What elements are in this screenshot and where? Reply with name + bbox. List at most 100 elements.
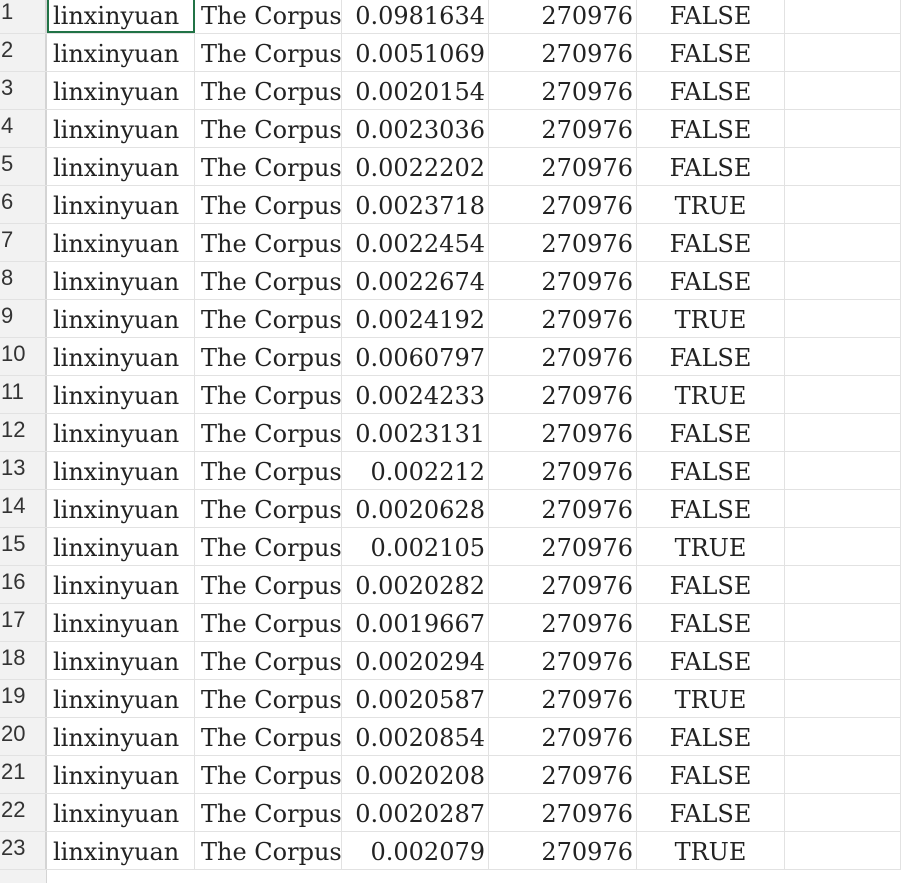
- cell-source[interactable]: The Corpus: [195, 0, 342, 33]
- row-number[interactable]: 7: [0, 224, 46, 261]
- cell-empty[interactable]: [785, 224, 901, 261]
- cell-flag[interactable]: FALSE: [637, 490, 785, 527]
- cell-count[interactable]: 270976: [489, 148, 637, 185]
- cell-score[interactable]: 0.0051069: [342, 34, 489, 71]
- cell-source[interactable]: The Corpus: [195, 148, 342, 185]
- cell-score[interactable]: 0.0020587: [342, 680, 489, 717]
- cell-flag[interactable]: FALSE: [637, 34, 785, 71]
- cell-empty[interactable]: [785, 110, 901, 147]
- cell-count[interactable]: 270976: [489, 224, 637, 261]
- row-number[interactable]: 5: [0, 148, 46, 185]
- row-number[interactable]: 10: [0, 338, 46, 375]
- cell-count[interactable]: 270976: [489, 490, 637, 527]
- cell-source[interactable]: The Corpus: [195, 680, 342, 717]
- cell-count[interactable]: 270976: [489, 0, 637, 33]
- cell-count[interactable]: 270976: [489, 414, 637, 451]
- cell-score[interactable]: 0.0020287: [342, 794, 489, 831]
- cell-count[interactable]: 270976: [489, 338, 637, 375]
- cell-flag[interactable]: TRUE: [637, 300, 785, 337]
- cell-flag[interactable]: FALSE: [637, 262, 785, 299]
- cell-user[interactable]: linxinyuan: [47, 338, 195, 375]
- cell-flag[interactable]: FALSE: [637, 110, 785, 147]
- row-number[interactable]: 2: [0, 34, 46, 71]
- cell-count[interactable]: 270976: [489, 376, 637, 413]
- row-number[interactable]: 17: [0, 604, 46, 641]
- cell-score[interactable]: 0.0019667: [342, 604, 489, 641]
- cell-empty[interactable]: [785, 490, 901, 527]
- cell-count[interactable]: 270976: [489, 566, 637, 603]
- cell-user[interactable]: linxinyuan: [47, 72, 195, 109]
- cell-score[interactable]: 0.0022674: [342, 262, 489, 299]
- cell-flag[interactable]: FALSE: [637, 718, 785, 755]
- cell-score[interactable]: 0.0020154: [342, 72, 489, 109]
- cell-flag[interactable]: TRUE: [637, 528, 785, 565]
- row-number[interactable]: 4: [0, 110, 46, 147]
- row-number[interactable]: 18: [0, 642, 46, 679]
- cell-score[interactable]: 0.0023131: [342, 414, 489, 451]
- cell-user[interactable]: linxinyuan: [47, 0, 195, 33]
- cell-user[interactable]: linxinyuan: [47, 604, 195, 641]
- cell-flag[interactable]: FALSE: [637, 0, 785, 33]
- cell-score[interactable]: 0.0023718: [342, 186, 489, 223]
- cell-source[interactable]: The Corpus: [195, 794, 342, 831]
- cell-user[interactable]: linxinyuan: [47, 718, 195, 755]
- cell-count[interactable]: 270976: [489, 34, 637, 71]
- cell-empty[interactable]: [785, 756, 901, 793]
- cell-count[interactable]: 270976: [489, 452, 637, 489]
- cell-user[interactable]: linxinyuan: [47, 376, 195, 413]
- row-number[interactable]: 8: [0, 262, 46, 299]
- cell-count[interactable]: 270976: [489, 186, 637, 223]
- cell-user[interactable]: linxinyuan: [47, 832, 195, 869]
- cell-empty[interactable]: [785, 642, 901, 679]
- cell-flag[interactable]: TRUE: [637, 186, 785, 223]
- cell-count[interactable]: 270976: [489, 832, 637, 869]
- cell-score[interactable]: 0.0020854: [342, 718, 489, 755]
- cell-flag[interactable]: FALSE: [637, 566, 785, 603]
- cell-source[interactable]: The Corpus: [195, 528, 342, 565]
- cell-user[interactable]: linxinyuan: [47, 414, 195, 451]
- cell-count[interactable]: 270976: [489, 642, 637, 679]
- cell-score[interactable]: 0.0060797: [342, 338, 489, 375]
- cell-count[interactable]: 270976: [489, 794, 637, 831]
- cell-score[interactable]: 0.0024233: [342, 376, 489, 413]
- row-number[interactable]: 11: [0, 376, 46, 413]
- cell-source[interactable]: The Corpus: [195, 756, 342, 793]
- cell-source[interactable]: The Corpus: [195, 224, 342, 261]
- cell-count[interactable]: 270976: [489, 528, 637, 565]
- cell-source[interactable]: The Corpus: [195, 452, 342, 489]
- cell-user[interactable]: linxinyuan: [47, 34, 195, 71]
- cell-score[interactable]: 0.0020208: [342, 756, 489, 793]
- row-number[interactable]: 22: [0, 794, 46, 831]
- cell-flag[interactable]: FALSE: [637, 414, 785, 451]
- cell-empty[interactable]: [785, 300, 901, 337]
- cell-flag[interactable]: TRUE: [637, 680, 785, 717]
- cell-empty[interactable]: [785, 34, 901, 71]
- cell-source[interactable]: The Corpus: [195, 72, 342, 109]
- cell-flag[interactable]: FALSE: [637, 604, 785, 641]
- cell-count[interactable]: 270976: [489, 72, 637, 109]
- cell-score[interactable]: 0.0981634: [342, 0, 489, 33]
- cell-flag[interactable]: TRUE: [637, 832, 785, 869]
- row-number[interactable]: 12: [0, 414, 46, 451]
- cell-user[interactable]: linxinyuan: [47, 680, 195, 717]
- cell-source[interactable]: The Corpus: [195, 262, 342, 299]
- cell-count[interactable]: 270976: [489, 300, 637, 337]
- cell-user[interactable]: linxinyuan: [47, 794, 195, 831]
- cell-empty[interactable]: [785, 148, 901, 185]
- cell-flag[interactable]: FALSE: [637, 452, 785, 489]
- cell-count[interactable]: 270976: [489, 262, 637, 299]
- cell-empty[interactable]: [785, 528, 901, 565]
- cell-source[interactable]: The Corpus: [195, 186, 342, 223]
- cell-empty[interactable]: [785, 832, 901, 869]
- cell-count[interactable]: 270976: [489, 756, 637, 793]
- cell-user[interactable]: linxinyuan: [47, 262, 195, 299]
- row-number[interactable]: 13: [0, 452, 46, 489]
- cell-score[interactable]: 0.0023036: [342, 110, 489, 147]
- row-number[interactable]: 20: [0, 718, 46, 755]
- row-number[interactable]: 6: [0, 186, 46, 223]
- cell-score[interactable]: 0.0020282: [342, 566, 489, 603]
- cell-empty[interactable]: [785, 718, 901, 755]
- cell-source[interactable]: The Corpus: [195, 642, 342, 679]
- cell-empty[interactable]: [785, 452, 901, 489]
- cell-flag[interactable]: FALSE: [637, 224, 785, 261]
